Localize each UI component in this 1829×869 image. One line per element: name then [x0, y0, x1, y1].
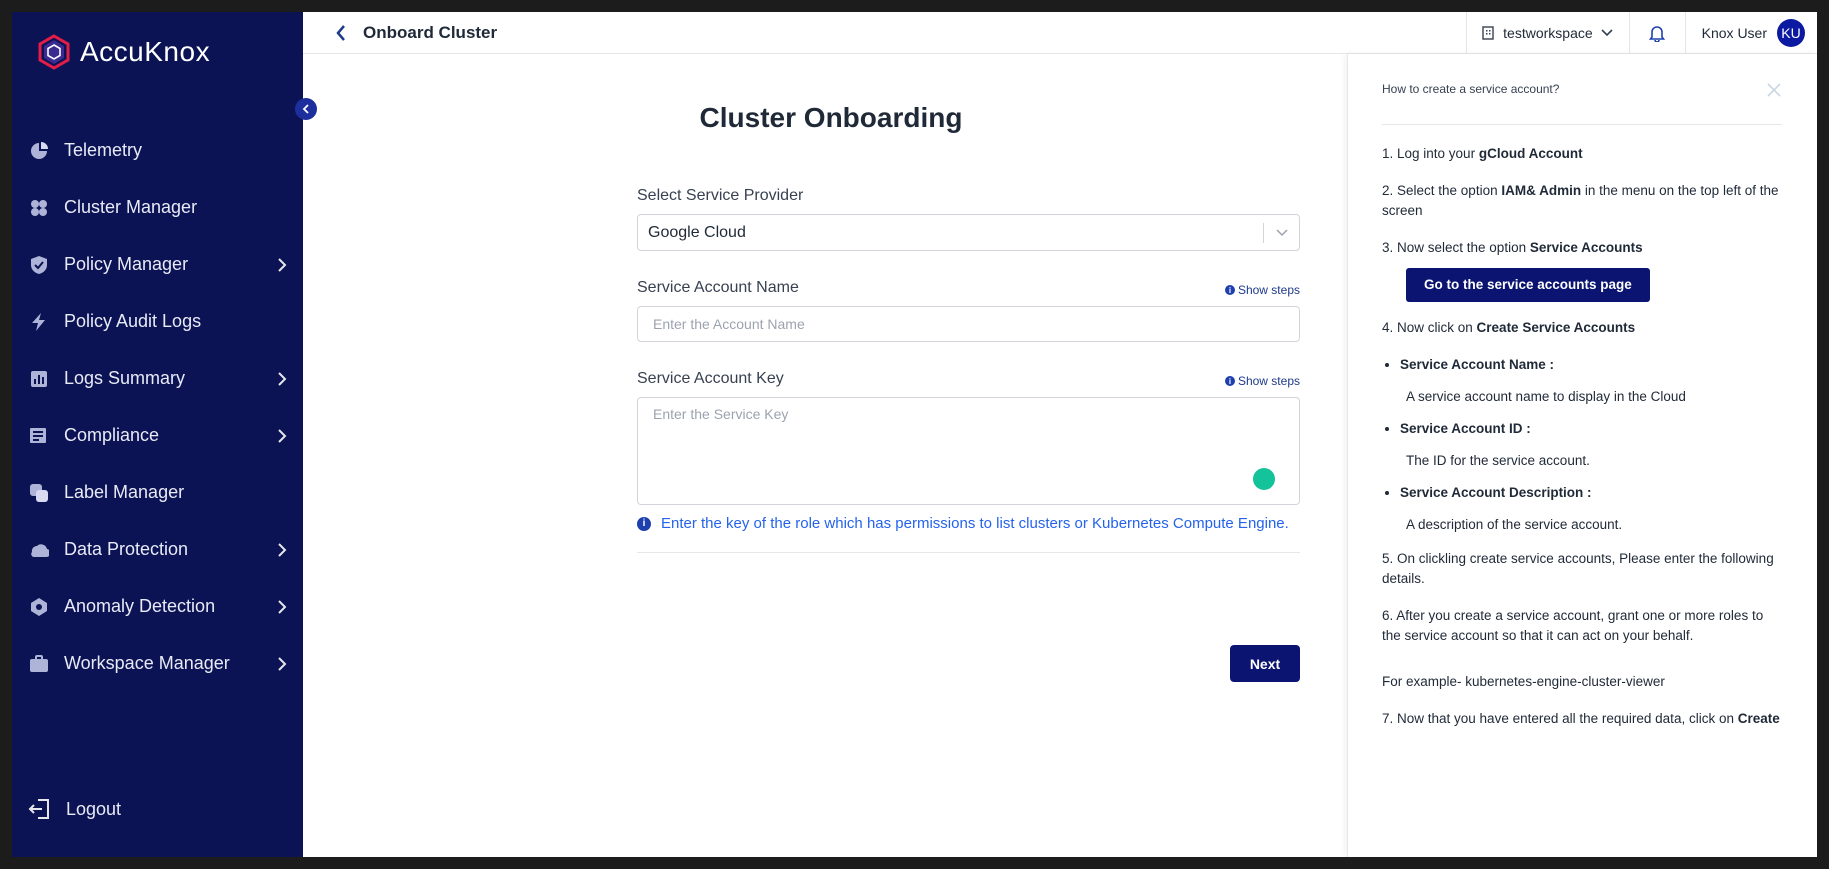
chevron-right-icon [278, 371, 287, 386]
show-steps-link-key[interactable]: i Show steps [1224, 374, 1300, 388]
select-separator [1263, 223, 1264, 243]
sidebar-item-label: Workspace Manager [64, 653, 230, 673]
chevron-right-icon [278, 428, 287, 443]
service-provider-select[interactable]: Google Cloud [637, 214, 1300, 251]
help-step-1: 1. Log into your gCloud Account [1382, 146, 1583, 161]
sidebar-item-logs-summary[interactable]: Logs Summary [12, 350, 303, 407]
account-name-input[interactable]: Enter the Account Name [637, 306, 1300, 342]
help-panel: How to create a service account? 1. Log … [1347, 54, 1817, 857]
logout-label: Logout [66, 798, 122, 819]
sidebar-item-policy-audit-logs[interactable]: Policy Audit Logs [12, 293, 303, 350]
list-item: Service Account Description : A descript… [1400, 483, 1782, 535]
help-step-2: 2. Select the option IAM& Admin in the m… [1382, 183, 1779, 218]
brand-name: AccuKnox [80, 36, 211, 67]
shield-icon [28, 254, 50, 276]
sidebar-item-label: Compliance [64, 425, 160, 445]
account-key-label: Service Account Key i Show steps [637, 370, 1300, 388]
bell-icon [1649, 26, 1666, 42]
info-icon: i [1224, 376, 1235, 386]
sidebar-item-label: Policy Manager [64, 254, 189, 274]
sidebar-item-telemetry[interactable]: Telemetry [12, 122, 303, 179]
bolt-icon [28, 311, 50, 333]
workspace-name: testworkspace [1503, 25, 1593, 41]
bar-chart-icon [28, 368, 50, 390]
sidebar-item-label: Data Protection [64, 539, 189, 559]
chevron-down-icon [1276, 229, 1288, 237]
top-header: Onboard Cluster testworkspace Knox User … [303, 12, 1817, 54]
info-icon: i [1224, 285, 1235, 295]
sidebar: AccuKnox Telemetry Cluster Manager Polic… [12, 12, 303, 857]
chevron-right-icon [278, 542, 287, 557]
help-title: How to create a service account? [1382, 82, 1560, 96]
help-step-5: 5. On clickling create service accounts,… [1382, 551, 1774, 586]
notifications-button[interactable] [1628, 12, 1685, 54]
info-icon: i [637, 516, 651, 531]
sidebar-item-data-protection[interactable]: Data Protection [12, 521, 303, 578]
chevron-right-icon [278, 599, 287, 614]
chevron-left-icon [336, 24, 345, 41]
workspace-select[interactable]: testworkspace [1466, 12, 1628, 54]
briefcase-icon [28, 653, 50, 675]
help-header: How to create a service account? [1382, 54, 1782, 125]
sidebar-item-label: Telemetry [64, 140, 143, 160]
sidebar-item-label-manager[interactable]: Label Manager [12, 464, 303, 521]
form-divider [637, 552, 1300, 553]
sidebar-item-workspace-manager[interactable]: Workspace Manager [12, 635, 303, 692]
chevron-down-icon [1601, 29, 1613, 37]
help-step-6: 6. After you create a service account, g… [1382, 608, 1764, 643]
next-button[interactable]: Next [1230, 645, 1300, 682]
sidebar-item-compliance[interactable]: Compliance [12, 407, 303, 464]
account-name-label: Service Account Name i Show steps [637, 279, 1300, 297]
goto-service-accounts-button[interactable]: Go to the service accounts page [1406, 268, 1650, 302]
sidebar-collapse-button[interactable] [295, 98, 317, 120]
brand-logo[interactable]: AccuKnox [36, 34, 210, 70]
cluster-icon [28, 197, 50, 219]
user-menu[interactable]: Knox User KU [1684, 12, 1817, 54]
chevron-left-icon [302, 104, 309, 114]
onboarding-form: Select Service Provider Google Cloud Ser… [637, 187, 1300, 682]
anomaly-icon [28, 596, 50, 618]
avatar: KU [1777, 19, 1805, 47]
accuknox-logo-icon [38, 34, 70, 70]
telemetry-icon [28, 140, 50, 162]
building-icon [1482, 26, 1494, 40]
logout-icon [28, 799, 49, 819]
form-title: Cluster Onboarding [699, 102, 963, 133]
help-step-3: 3. Now select the option Service Account… [1382, 240, 1643, 255]
back-button[interactable] [331, 23, 351, 43]
account-key-textarea[interactable]: Enter the Service Key [637, 397, 1300, 505]
header-actions: testworkspace Knox User KU [1466, 12, 1817, 54]
help-step-4: 4. Now click on Create Service Accounts [1382, 320, 1636, 335]
list-item: Service Account ID : The ID for the serv… [1400, 419, 1782, 471]
data-protection-icon [28, 539, 50, 561]
page-title: Onboard Cluster [363, 22, 498, 42]
provider-label: Select Service Provider [637, 187, 804, 204]
sidebar-item-label: Logs Summary [64, 368, 186, 388]
list-check-icon [28, 425, 50, 447]
logout-button[interactable]: Logout [28, 798, 121, 820]
sidebar-item-cluster-manager[interactable]: Cluster Manager [12, 179, 303, 236]
chevron-right-icon [278, 656, 287, 671]
user-name: Knox User [1701, 25, 1767, 41]
close-icon[interactable] [1766, 82, 1782, 98]
sidebar-item-anomaly-detection[interactable]: Anomaly Detection [12, 578, 303, 635]
service-provider-value: Google Cloud [648, 223, 746, 241]
sidebar-nav: Telemetry Cluster Manager Policy Manager [12, 122, 303, 692]
sidebar-item-label: Policy Audit Logs [64, 311, 202, 331]
show-steps-link-name[interactable]: i Show steps [1224, 283, 1300, 297]
grammarly-icon[interactable] [1253, 468, 1275, 490]
sidebar-item-label: Label Manager [64, 482, 185, 502]
app-window: AccuKnox Telemetry Cluster Manager Polic… [12, 12, 1817, 857]
help-body: 1. Log into your gCloud Account 2. Selec… [1382, 144, 1782, 746]
list-item: Service Account Name : A service account… [1400, 355, 1782, 407]
sidebar-item-policy-manager[interactable]: Policy Manager [12, 236, 303, 293]
help-example: For example- kubernetes-engine-cluster-v… [1382, 674, 1665, 689]
sidebar-item-label: Cluster Manager [64, 197, 198, 217]
chevron-right-icon [278, 257, 287, 272]
sidebar-item-label: Anomaly Detection [64, 596, 216, 616]
help-bullets: Service Account Name : A service account… [1382, 355, 1782, 535]
key-hint: i Enter the key of the role which has pe… [637, 515, 1300, 532]
help-step-7: 7. Now that you have entered all the req… [1382, 711, 1780, 726]
label-icon [28, 482, 50, 504]
